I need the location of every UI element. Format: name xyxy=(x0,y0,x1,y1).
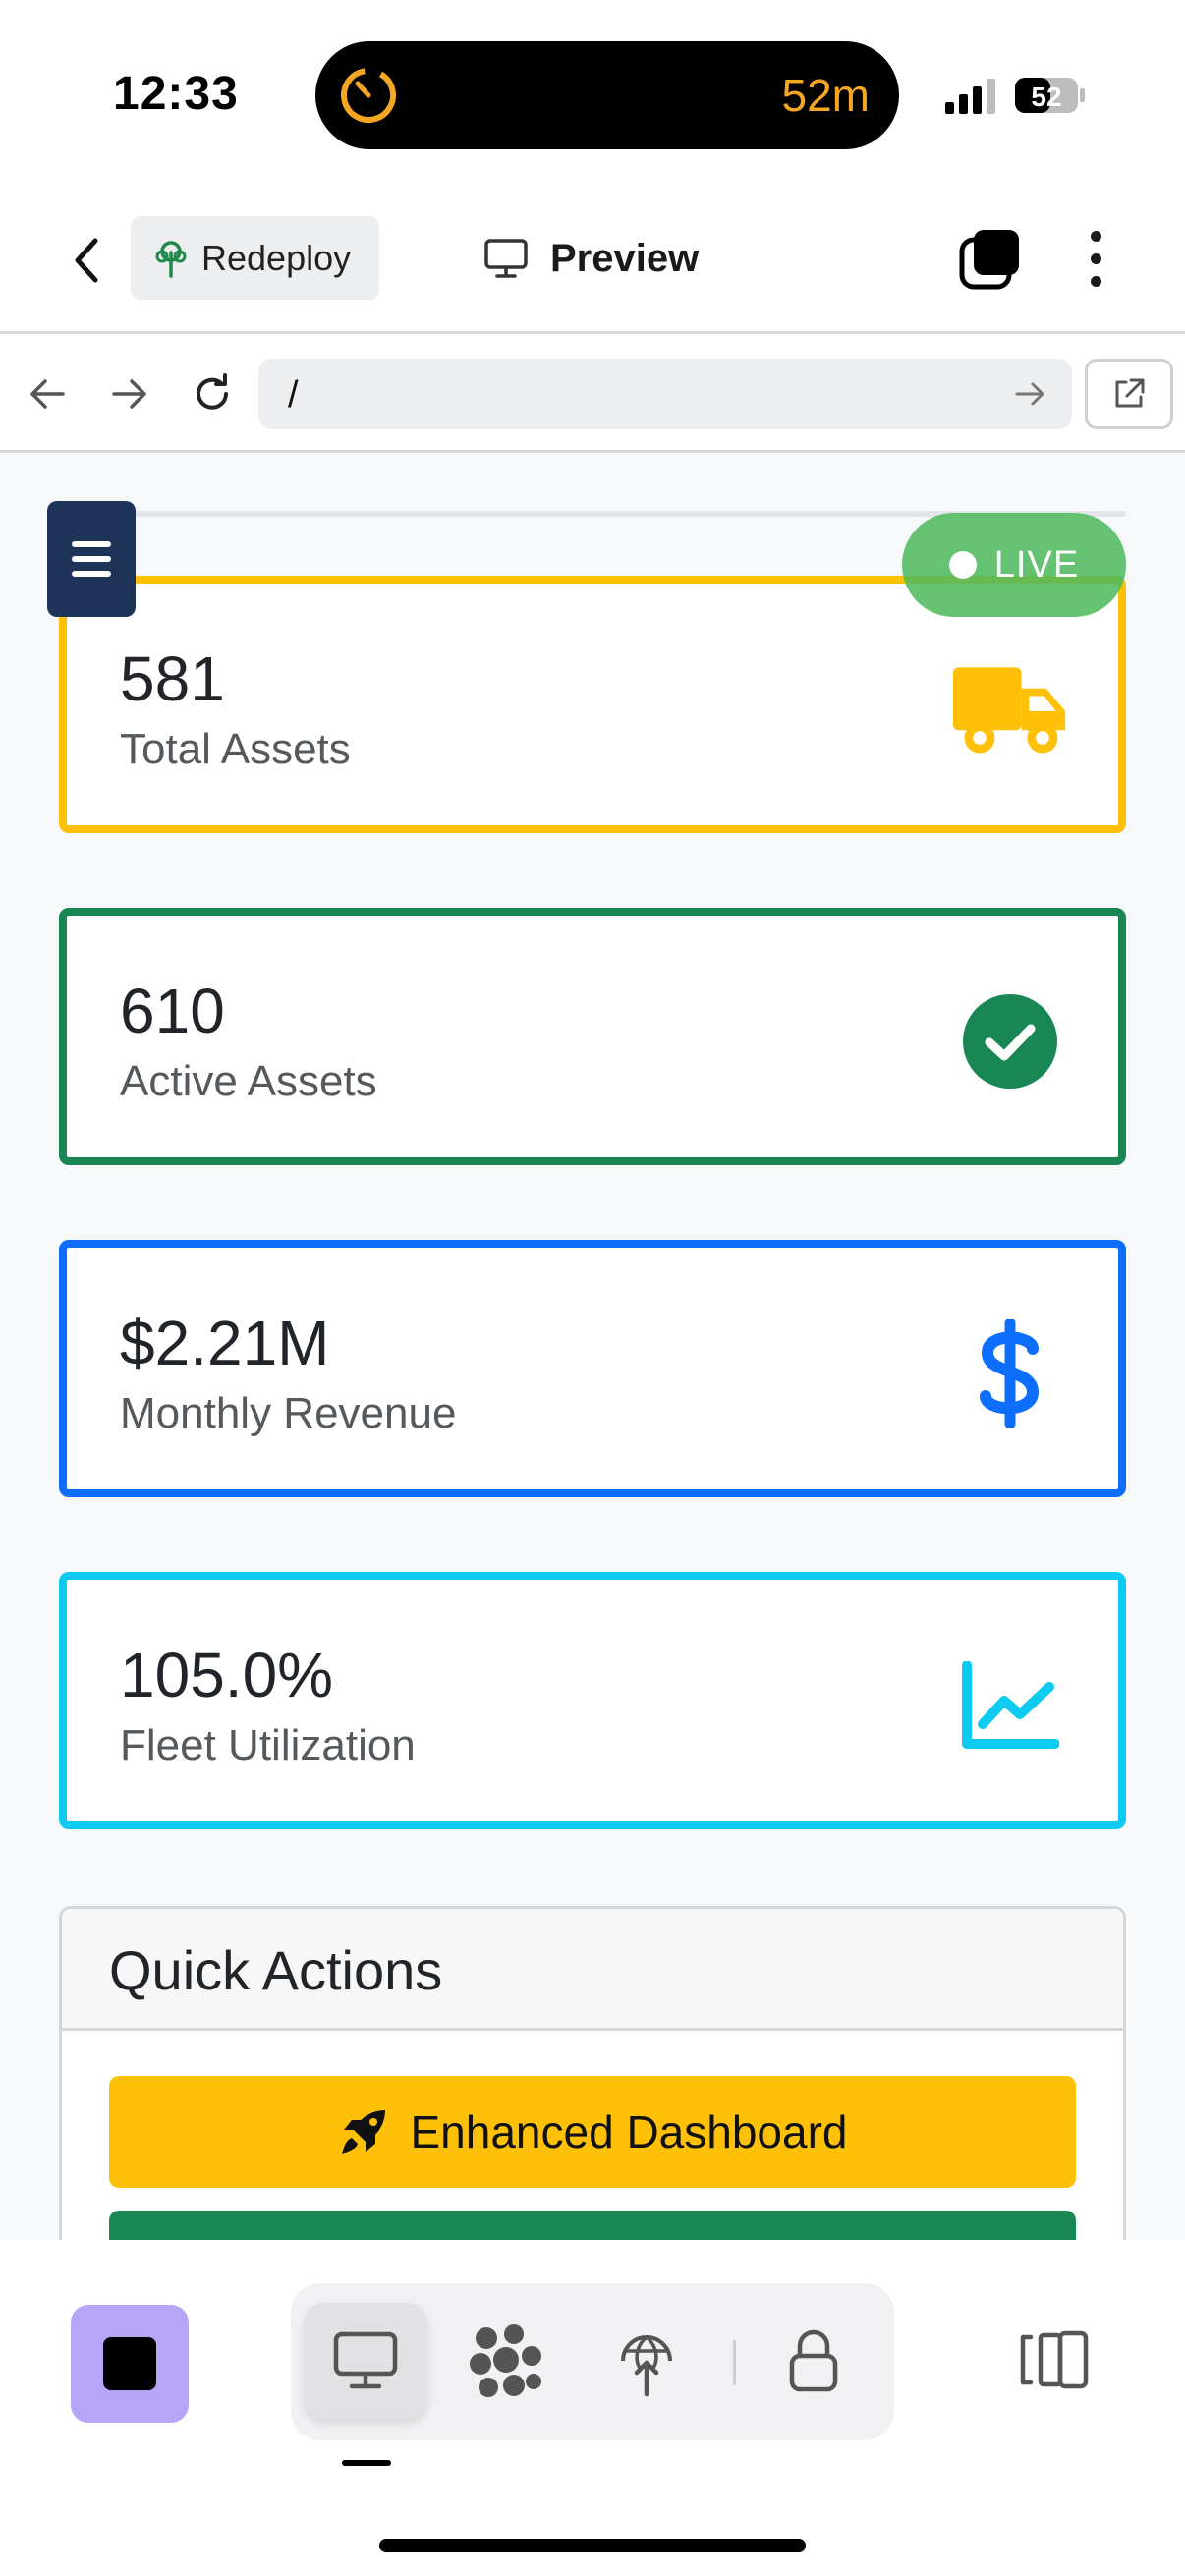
stat-label: Fleet Utilization xyxy=(120,1721,416,1769)
tool-separator xyxy=(733,2340,736,2385)
stat-value: 105.0% xyxy=(120,1640,334,1710)
tool-deploy[interactable] xyxy=(586,2303,707,2419)
go-arrow-icon[interactable] xyxy=(1011,374,1050,414)
stat-label: Monthly Revenue xyxy=(120,1389,457,1437)
reload-button[interactable] xyxy=(183,364,242,423)
check-circle-icon xyxy=(951,982,1069,1100)
preview-content: LIVE 581 Total Assets 610 Active Assets xyxy=(0,454,1185,2240)
stat-value: 610 xyxy=(120,976,225,1046)
status-bar: 12:33 52m 52 xyxy=(0,0,1185,187)
enhanced-dashboard-button[interactable]: Enhanced Dashboard xyxy=(109,2076,1076,2188)
globe-upload-icon xyxy=(621,2335,672,2397)
monitor-icon xyxy=(484,239,528,278)
island-timer-text: 52m xyxy=(781,70,870,121)
tool-secrets[interactable] xyxy=(753,2303,875,2419)
preview-tab[interactable]: Preview xyxy=(483,224,699,293)
external-link-icon xyxy=(1115,378,1145,408)
panel-layout-icon[interactable] xyxy=(1012,2319,1095,2401)
browser-forward-button[interactable] xyxy=(100,364,159,423)
home-indicator[interactable] xyxy=(379,2539,806,2552)
stat-value: $2.21M xyxy=(120,1308,330,1378)
live-dot xyxy=(948,551,977,579)
redeploy-button[interactable]: Redeploy xyxy=(131,216,379,300)
quick-actions-header: Quick Actions xyxy=(62,1909,1123,2031)
redeploy-label: Redeploy xyxy=(201,237,352,278)
url-text: / xyxy=(288,374,299,416)
quick-action-button-2[interactable] xyxy=(109,2211,1076,2240)
cellular-signal-icon xyxy=(945,79,995,114)
stat-card-active-assets: 610 Active Assets xyxy=(59,908,1126,1165)
stat-card-fleet-utilization: 105.0% Fleet Utilization xyxy=(59,1572,1126,1829)
status-time: 12:33 xyxy=(113,68,239,120)
browser-back-button[interactable] xyxy=(18,364,77,423)
back-button[interactable] xyxy=(57,226,116,295)
open-external-button[interactable] xyxy=(1085,359,1173,429)
stat-value: 581 xyxy=(120,644,225,714)
screen: 12:33 52m 52 Redeploy Preview / LIVE 581… xyxy=(0,0,1185,2576)
tree-icon xyxy=(155,240,187,278)
lock-icon xyxy=(789,2329,838,2392)
timer-ring-icon xyxy=(341,68,396,123)
flower-cluster-icon xyxy=(470,2324,541,2397)
tool-preview[interactable] xyxy=(305,2303,426,2419)
active-tab-indicator xyxy=(342,2460,391,2466)
enhanced-dashboard-label: Enhanced Dashboard xyxy=(410,2106,848,2157)
reload-icon xyxy=(197,373,228,410)
app-header: Redeploy Preview xyxy=(0,196,1185,334)
url-bar: / xyxy=(0,337,1185,453)
battery-icon: 52 xyxy=(1015,78,1085,113)
truck-icon xyxy=(951,650,1069,768)
dynamic-island[interactable]: 52m xyxy=(315,41,899,149)
stat-label: Active Assets xyxy=(120,1057,377,1105)
live-label: LIVE xyxy=(993,543,1080,586)
tool-integrations[interactable] xyxy=(444,2303,566,2419)
rocket-icon xyxy=(341,2110,385,2154)
arrow-right-icon xyxy=(112,379,146,409)
bottom-toolbar xyxy=(0,2240,1185,2576)
stat-label: Total Assets xyxy=(120,725,351,773)
tabs-stack-icon[interactable] xyxy=(958,226,1023,291)
quick-actions-card: Quick Actions Enhanced Dashboard xyxy=(59,1906,1126,2240)
more-vertical-icon[interactable] xyxy=(1071,224,1120,293)
arrow-left-icon xyxy=(30,379,65,409)
chevron-left-icon xyxy=(75,238,98,283)
dollar-icon xyxy=(951,1315,1069,1432)
quick-actions-title: Quick Actions xyxy=(109,1939,443,2001)
url-input[interactable]: / xyxy=(258,359,1072,429)
tool-group xyxy=(291,2283,894,2440)
stop-icon xyxy=(103,2337,156,2390)
hamburger-menu-icon[interactable] xyxy=(47,501,136,617)
live-badge: LIVE xyxy=(902,513,1126,617)
stat-card-monthly-revenue: $2.21M Monthly Revenue xyxy=(59,1240,1126,1497)
monitor-icon xyxy=(333,2331,398,2389)
preview-label: Preview xyxy=(550,236,700,280)
battery-level: 52 xyxy=(1031,82,1061,112)
stop-button[interactable] xyxy=(71,2305,189,2423)
chart-line-icon xyxy=(951,1647,1069,1764)
